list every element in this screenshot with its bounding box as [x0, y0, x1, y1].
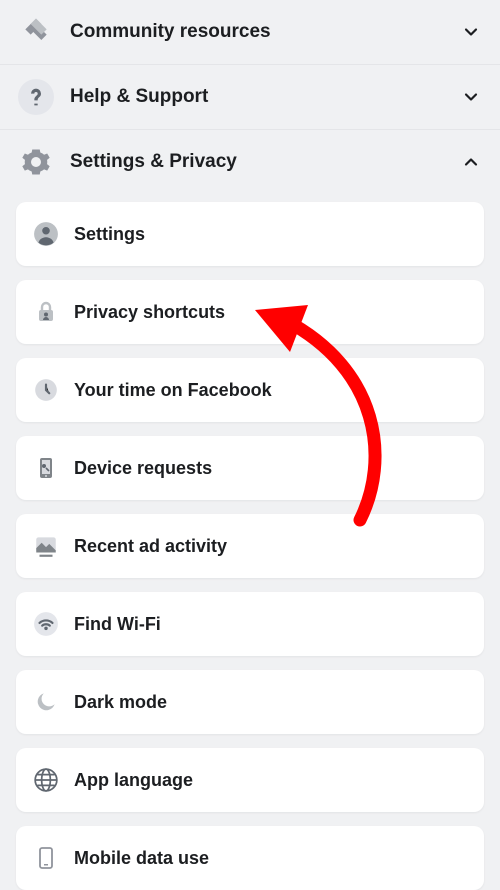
chevron-down-icon: [460, 86, 482, 108]
card-label: Device requests: [74, 458, 212, 479]
person-circle-icon: [32, 220, 60, 248]
header-help-support[interactable]: Help & Support: [0, 65, 500, 130]
card-label: Dark mode: [74, 692, 167, 713]
card-your-time[interactable]: Your time on Facebook: [16, 358, 484, 422]
header-community-resources[interactable]: Community resources: [0, 0, 500, 65]
phone-outline-icon: [32, 844, 60, 872]
card-label: Mobile data use: [74, 848, 209, 869]
chevron-up-icon: [460, 151, 482, 173]
clock-icon: [32, 376, 60, 404]
device-key-icon: [32, 454, 60, 482]
card-find-wifi[interactable]: Find Wi-Fi: [16, 592, 484, 656]
question-icon: [18, 79, 54, 115]
wifi-icon: [32, 610, 60, 638]
globe-icon: [32, 766, 60, 794]
card-label: Find Wi-Fi: [74, 614, 161, 635]
header-settings-privacy[interactable]: Settings & Privacy: [0, 130, 500, 194]
settings-privacy-cards: Settings Privacy shortcuts Your time on …: [0, 194, 500, 890]
card-mobile-data-use[interactable]: Mobile data use: [16, 826, 484, 890]
card-dark-mode[interactable]: Dark mode: [16, 670, 484, 734]
moon-icon: [32, 688, 60, 716]
handshake-icon: [18, 14, 54, 50]
header-label: Settings & Privacy: [70, 151, 460, 173]
card-label: Your time on Facebook: [74, 380, 272, 401]
card-app-language[interactable]: App language: [16, 748, 484, 812]
card-label: Settings: [74, 224, 145, 245]
gear-icon: [18, 144, 54, 180]
card-privacy-shortcuts[interactable]: Privacy shortcuts: [16, 280, 484, 344]
card-label: Recent ad activity: [74, 536, 227, 557]
card-settings[interactable]: Settings: [16, 202, 484, 266]
ad-image-icon: [32, 532, 60, 560]
lock-person-icon: [32, 298, 60, 326]
card-label: Privacy shortcuts: [74, 302, 225, 323]
header-label: Community resources: [70, 21, 460, 43]
chevron-down-icon: [460, 21, 482, 43]
card-recent-ad-activity[interactable]: Recent ad activity: [16, 514, 484, 578]
card-label: App language: [74, 770, 193, 791]
card-device-requests[interactable]: Device requests: [16, 436, 484, 500]
header-label: Help & Support: [70, 86, 460, 108]
